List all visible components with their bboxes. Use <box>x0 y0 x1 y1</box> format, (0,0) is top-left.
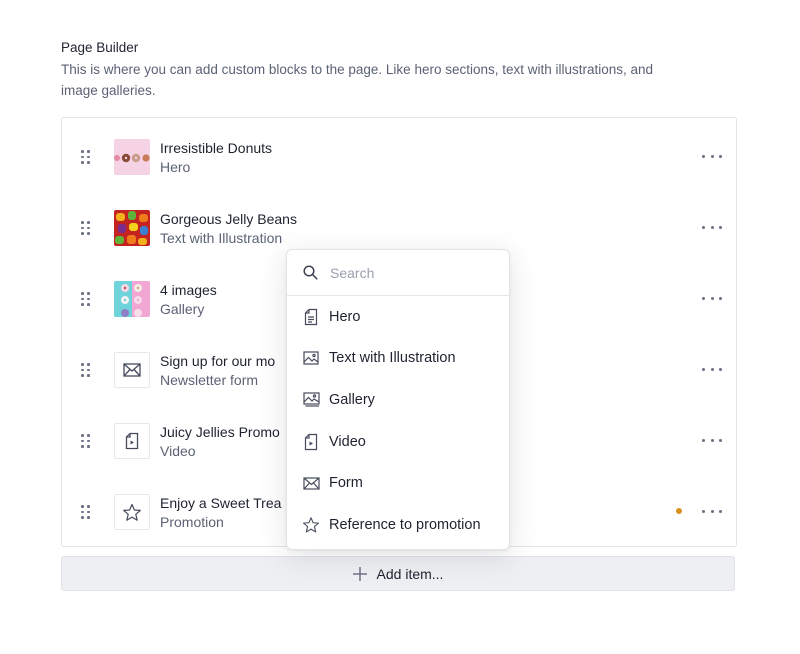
video-document-icon <box>114 423 150 459</box>
menu-option-hero[interactable]: Hero <box>287 296 509 338</box>
gallery-donuts-image <box>114 281 150 317</box>
item-type: Hero <box>160 159 191 175</box>
item-type: Text with Illustration <box>160 230 283 246</box>
video-document-icon <box>302 433 320 451</box>
item-type: Promotion <box>160 514 224 530</box>
menu-option-form[interactable]: Form <box>287 462 509 504</box>
menu-option-label: Hero <box>329 308 361 325</box>
donuts-image <box>114 139 150 175</box>
add-item-button[interactable]: Add item... <box>61 556 735 591</box>
more-options-icon[interactable] <box>702 219 722 235</box>
more-options-icon[interactable] <box>702 290 722 306</box>
images-icon <box>302 391 320 409</box>
jelly-beans-image <box>114 210 150 246</box>
item-title: Enjoy a Sweet Trea <box>160 495 282 511</box>
item-type: Newsletter form <box>160 372 259 388</box>
section-title: Page Builder <box>61 40 139 55</box>
image-icon <box>302 349 320 367</box>
drag-handle-icon[interactable] <box>81 150 93 164</box>
more-options-icon[interactable] <box>702 503 722 519</box>
drag-handle-icon[interactable] <box>81 505 93 519</box>
list-item[interactable]: Irresistible Donuts Hero <box>62 120 736 191</box>
status-dot <box>676 508 682 514</box>
item-type: Video <box>160 443 196 459</box>
menu-option-reference-to-promotion[interactable]: Reference to promotion <box>287 504 509 546</box>
more-options-icon[interactable] <box>702 148 722 164</box>
more-options-icon[interactable] <box>702 432 722 448</box>
menu-option-label: Form <box>329 475 363 492</box>
page-builder-header: Page Builder This is where you can add c… <box>61 38 681 101</box>
menu-search <box>287 250 509 296</box>
item-title: Juicy Jellies Promo <box>160 424 280 440</box>
menu-option-label: Gallery <box>329 391 375 408</box>
block-type-menu: Hero Text with Illustration Gallery <box>286 249 510 550</box>
add-item-label: Add item... <box>376 565 444 582</box>
star-icon <box>302 516 320 534</box>
item-title: Irresistible Donuts <box>160 140 273 156</box>
plus-icon <box>352 566 367 581</box>
menu-option-label: Reference to promotion <box>329 516 481 533</box>
drag-handle-icon[interactable] <box>81 292 93 306</box>
envelope-icon <box>302 474 320 492</box>
item-title: Gorgeous Jelly Beans <box>160 211 297 227</box>
menu-option-video[interactable]: Video <box>287 421 509 463</box>
search-input[interactable] <box>328 263 492 282</box>
menu-option-label: Video <box>329 433 366 450</box>
menu-option-label: Text with Illustration <box>329 350 456 367</box>
drag-handle-icon[interactable] <box>81 363 93 377</box>
star-icon <box>114 494 150 530</box>
menu-option-text-with-illustration[interactable]: Text with Illustration <box>287 338 509 380</box>
item-title: 4 images <box>160 282 217 298</box>
more-options-icon[interactable] <box>702 361 722 377</box>
search-icon <box>303 265 318 280</box>
menu-option-gallery[interactable]: Gallery <box>287 379 509 421</box>
document-icon <box>302 308 320 326</box>
item-title: Sign up for our mo <box>160 353 276 369</box>
item-type: Gallery <box>160 301 205 317</box>
section-description: This is where you can add custom blocks … <box>61 62 654 98</box>
drag-handle-icon[interactable] <box>81 221 93 235</box>
envelope-icon <box>114 352 150 388</box>
drag-handle-icon[interactable] <box>81 434 93 448</box>
